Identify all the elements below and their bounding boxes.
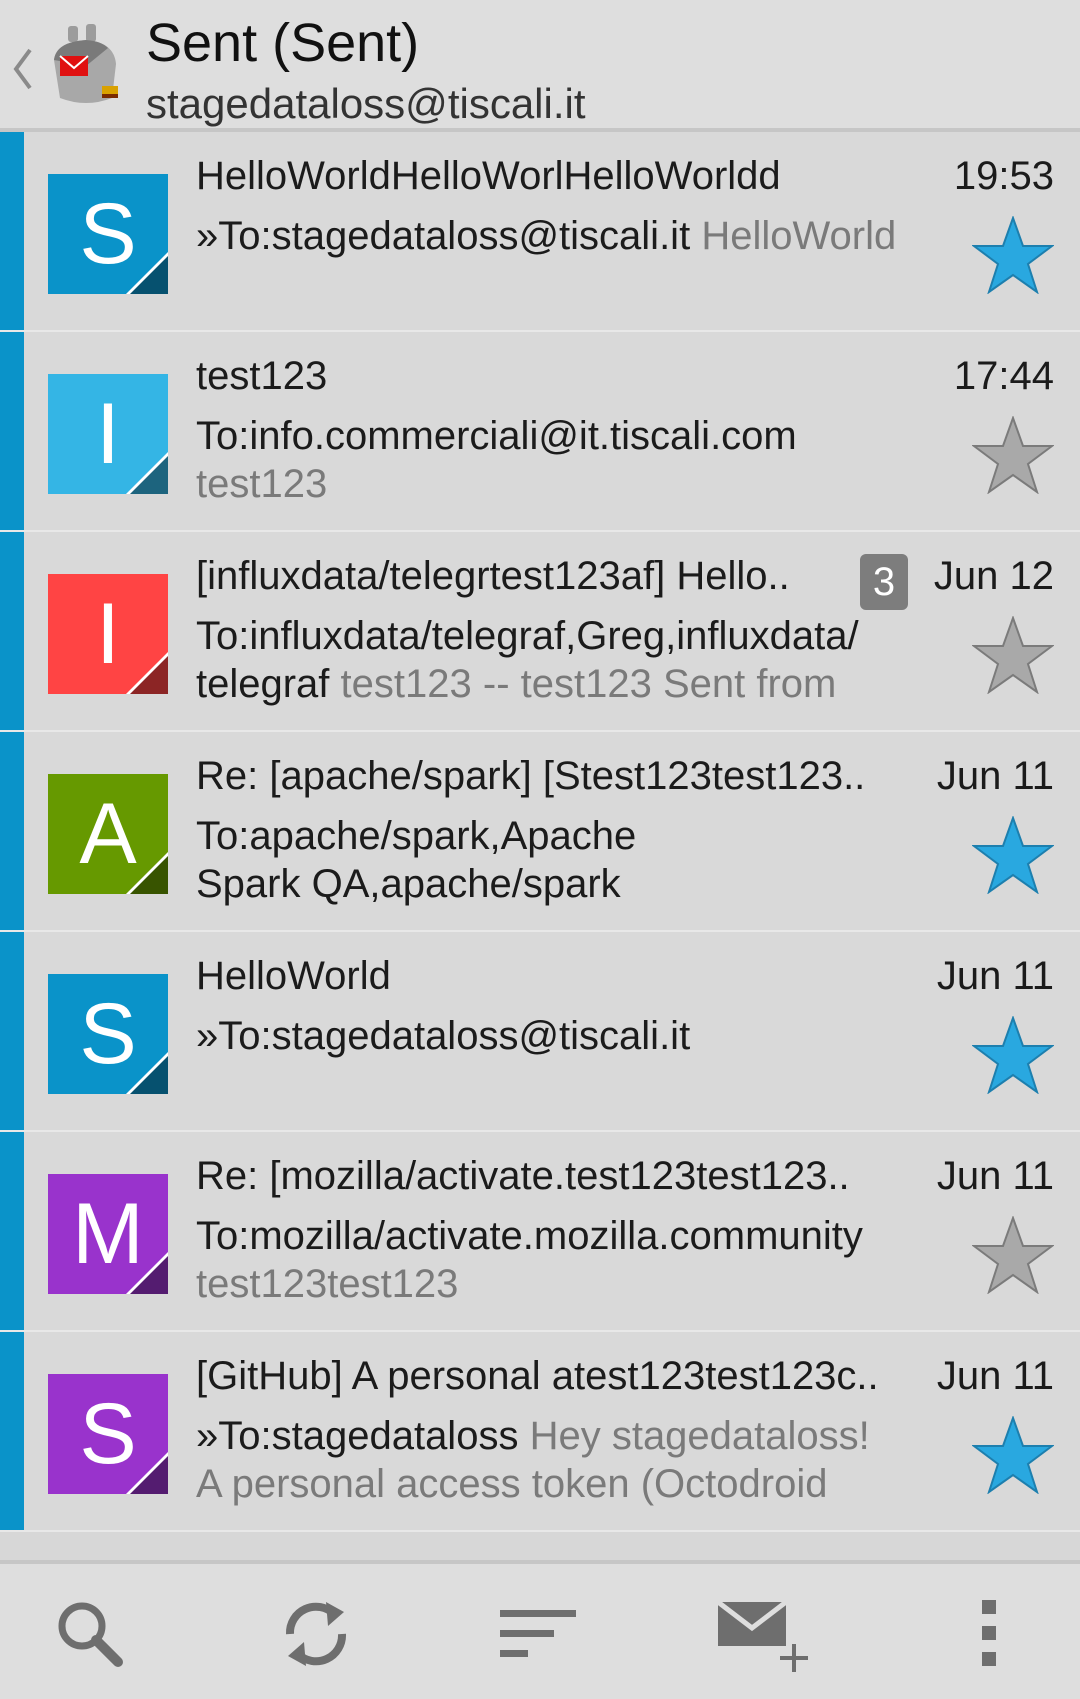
- avatar-corner-fold: [126, 252, 168, 294]
- star-filled-icon[interactable]: [972, 216, 1054, 294]
- recipient-text-continued: Spark QA,apache/spark: [196, 862, 621, 906]
- message-recipients: To:apache/spark,Apache: [196, 814, 636, 859]
- thread-count-badge: 3: [860, 554, 908, 610]
- avatar-corner-fold: [126, 852, 168, 894]
- preview-text: A personal access token (Octodroid: [196, 1462, 828, 1506]
- star-outline-icon[interactable]: [972, 1216, 1054, 1294]
- message-preview: A personal access token (Octodroid: [196, 1462, 827, 1507]
- message-recipients: »To:stagedataloss Hey stagedataloss!: [196, 1414, 870, 1459]
- message-subject: test123: [196, 354, 328, 398]
- contact-avatar[interactable]: I: [48, 374, 168, 494]
- unread-indicator: [0, 1132, 24, 1330]
- preview-text: test123test123: [196, 1262, 459, 1306]
- preview-text: Hey stagedataloss!: [529, 1414, 870, 1458]
- message-row[interactable]: M Re: [mozilla/activate.test123test123..…: [0, 1132, 1080, 1332]
- unread-indicator: [0, 932, 24, 1130]
- message-subject: HelloWorldHelloWorlHelloWorldd: [196, 154, 781, 198]
- message-row[interactable]: S [GitHub] A personal atest123test123c..…: [0, 1332, 1080, 1532]
- message-list: S HelloWorldHelloWorlHelloWorldd 19:53 »…: [0, 132, 1080, 1560]
- message-row[interactable]: S HelloWorld Jun 11 »To:stagedataloss@ti…: [0, 932, 1080, 1132]
- preview-text: HelloWorld: [701, 214, 897, 258]
- message-subject: HelloWorld: [196, 954, 391, 998]
- message-recipients: To:info.commerciali@it.tiscali.com: [196, 414, 797, 459]
- message-recipients: »To:stagedataloss@tiscali.it: [196, 1014, 690, 1059]
- recipient-text: »To:stagedataloss@tiscali.it: [196, 1014, 691, 1058]
- unread-indicator: [0, 332, 24, 530]
- message-subject: [influxdata/telegrtest123af] Hello..: [196, 554, 790, 598]
- contact-avatar[interactable]: S: [48, 174, 168, 294]
- sort-icon[interactable]: [498, 1594, 578, 1674]
- contact-avatar[interactable]: I: [48, 574, 168, 694]
- message-row[interactable]: S HelloWorldHelloWorlHelloWorldd 19:53 »…: [0, 132, 1080, 332]
- unread-indicator: [0, 732, 24, 930]
- recipient-text: To:info.commerciali@it.tiscali.com: [196, 414, 797, 458]
- contact-avatar[interactable]: A: [48, 774, 168, 894]
- unread-indicator: [0, 1332, 24, 1530]
- star-outline-icon[interactable]: [972, 616, 1054, 694]
- avatar-letter: I: [96, 386, 120, 482]
- avatar-corner-fold: [126, 1452, 168, 1494]
- message-subject: [GitHub] A personal atest123test123c..: [196, 1354, 879, 1398]
- compose-icon[interactable]: [716, 1594, 816, 1674]
- overflow-menu-icon[interactable]: [950, 1594, 1030, 1674]
- preview-text: test123 -- test123 Sent from: [340, 662, 837, 706]
- account-email: stagedataloss@tiscali.it: [146, 80, 586, 127]
- message-date: 17:44: [953, 354, 1054, 398]
- search-icon[interactable]: [50, 1594, 130, 1674]
- recipient-text: »To:stagedataloss: [196, 1414, 519, 1458]
- avatar-corner-fold: [126, 452, 168, 494]
- action-bar: Sent (Sent) stagedataloss@tiscali.it: [0, 0, 1080, 132]
- star-outline-icon[interactable]: [972, 416, 1054, 494]
- preview-text: test123: [196, 462, 328, 506]
- folder-title: Sent (Sent): [146, 13, 420, 73]
- recipient-text: To:mozilla/activate.mozilla.community: [196, 1214, 863, 1258]
- message-preview: test123test123: [196, 1262, 458, 1307]
- message-date: Jun 11: [936, 1154, 1054, 1198]
- contact-avatar[interactable]: S: [48, 1374, 168, 1494]
- recipient-text-continued: telegraf: [196, 662, 330, 706]
- message-subject: Re: [mozilla/activate.test123test123..: [196, 1154, 850, 1198]
- star-filled-icon[interactable]: [972, 816, 1054, 894]
- star-filled-icon[interactable]: [972, 1016, 1054, 1094]
- message-row[interactable]: A Re: [apache/spark] [Stest123test123.. …: [0, 732, 1080, 932]
- bottom-toolbar: [0, 1560, 1080, 1699]
- message-recipients: To:mozilla/activate.mozilla.community: [196, 1214, 863, 1259]
- message-subject: Re: [apache/spark] [Stest123test123..: [196, 754, 866, 798]
- message-date: Jun 11: [936, 754, 1054, 798]
- message-date: Jun 11: [936, 954, 1054, 998]
- recipient-text: To:apache/spark,Apache: [196, 814, 637, 858]
- avatar-corner-fold: [126, 652, 168, 694]
- unread-indicator: [0, 132, 24, 330]
- unread-indicator: [0, 532, 24, 730]
- avatar-corner-fold: [126, 1052, 168, 1094]
- message-row[interactable]: I [influxdata/telegrtest123af] Hello.. J…: [0, 532, 1080, 732]
- message-row[interactable]: I test123 17:44 To:info.commerciali@it.t…: [0, 332, 1080, 532]
- app-logo-icon[interactable]: [46, 22, 124, 110]
- recipient-text: To:influxdata/telegraf,Greg,influxdata/: [196, 614, 859, 658]
- star-filled-icon[interactable]: [972, 1416, 1054, 1494]
- message-recipients: To:influxdata/telegraf,Greg,influxdata/: [196, 614, 859, 659]
- message-preview: Spark QA,apache/spark: [196, 862, 621, 907]
- message-preview: telegraf test123 -- test123 Sent from: [196, 662, 836, 707]
- back-chevron-icon[interactable]: [10, 44, 36, 94]
- message-recipients: »To:stagedataloss@tiscali.it HelloWorld: [196, 214, 896, 259]
- message-date: Jun 12: [933, 554, 1054, 598]
- refresh-icon[interactable]: [276, 1594, 356, 1674]
- contact-avatar[interactable]: M: [48, 1174, 168, 1294]
- avatar-corner-fold: [126, 1252, 168, 1294]
- message-date: Jun 11: [936, 1354, 1054, 1398]
- message-preview: test123: [196, 462, 327, 507]
- contact-avatar[interactable]: S: [48, 974, 168, 1094]
- avatar-letter: I: [96, 586, 120, 682]
- recipient-text: »To:stagedataloss@tiscali.it: [196, 214, 691, 258]
- message-date: 19:53: [953, 154, 1054, 198]
